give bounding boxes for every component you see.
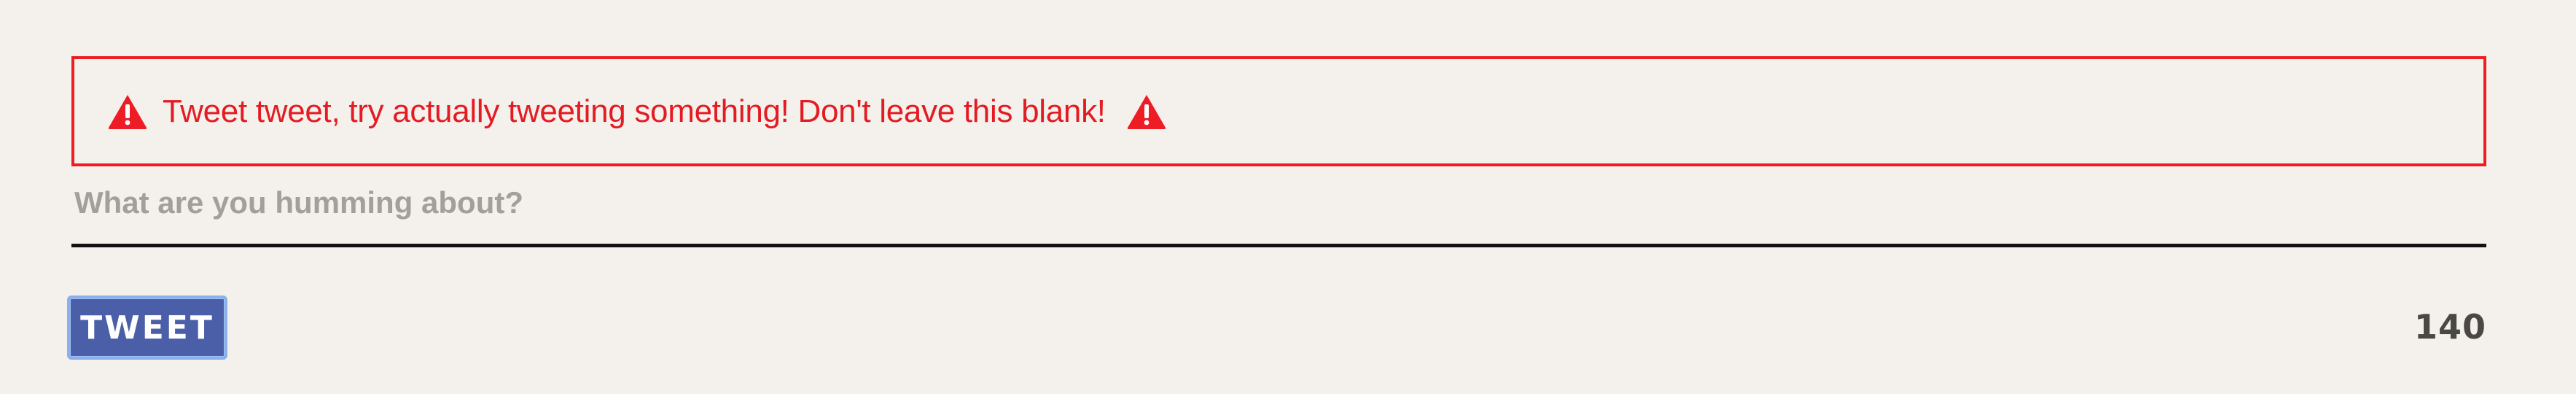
tweet-text-input[interactable]: [71, 185, 2486, 247]
warning-icon: [1126, 93, 1167, 130]
tweet-button[interactable]: TWEET: [67, 296, 227, 360]
character-counter: 140: [2413, 307, 2486, 347]
error-message: Tweet tweet, try actually tweeting somet…: [163, 93, 1106, 129]
warning-icon: [107, 93, 148, 130]
tweet-compose-form: Tweet tweet, try actually tweeting somet…: [67, 56, 2486, 363]
error-alert: Tweet tweet, try actually tweeting somet…: [71, 56, 2486, 166]
